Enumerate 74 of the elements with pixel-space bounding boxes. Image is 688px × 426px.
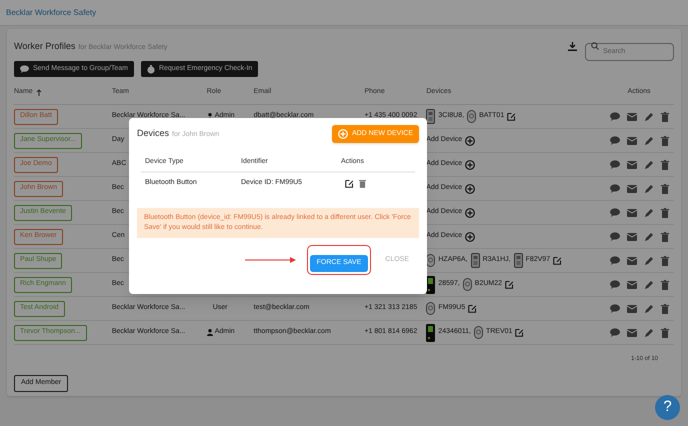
- mail-icon[interactable]: [626, 232, 637, 240]
- mail-icon[interactable]: [626, 136, 637, 144]
- person-icon: [206, 329, 213, 336]
- chat-icon[interactable]: [610, 232, 620, 241]
- edit-icon[interactable]: [468, 304, 478, 313]
- button-device-icon: [426, 254, 436, 267]
- trash-icon[interactable]: [660, 184, 669, 194]
- phone-device-icon: [426, 324, 436, 342]
- trash-icon[interactable]: [660, 256, 669, 266]
- edit-icon[interactable]: [515, 328, 524, 337]
- trash-icon[interactable]: [660, 136, 669, 146]
- button-device-icon: [467, 110, 476, 123]
- mail-icon[interactable]: [626, 208, 637, 216]
- mail-icon[interactable]: [626, 112, 637, 120]
- trash-icon[interactable]: [359, 178, 366, 188]
- pencil-icon[interactable]: [644, 184, 654, 194]
- pencil-icon[interactable]: [644, 208, 654, 218]
- pencil-icon[interactable]: [644, 136, 654, 146]
- trash-icon[interactable]: [660, 280, 669, 290]
- mail-icon[interactable]: [626, 256, 637, 264]
- pencil-icon[interactable]: [644, 112, 654, 122]
- sort-up-icon[interactable]: [36, 89, 42, 96]
- add-circle-icon[interactable]: [465, 184, 476, 194]
- button-device-icon: [462, 278, 472, 291]
- chat-icon[interactable]: [610, 304, 620, 313]
- pencil-icon[interactable]: [644, 256, 654, 266]
- add-circle-icon[interactable]: [465, 136, 476, 146]
- search-icon: [591, 42, 599, 50]
- chat-icon[interactable]: [610, 208, 620, 217]
- chat-icon[interactable]: [610, 112, 620, 121]
- arrow: [244, 257, 297, 263]
- edit-icon[interactable]: [505, 280, 514, 289]
- mail-icon[interactable]: [626, 160, 637, 168]
- trash-icon[interactable]: [660, 232, 669, 242]
- trash-icon[interactable]: [660, 208, 669, 218]
- edit-icon[interactable]: [345, 178, 354, 188]
- pencil-icon[interactable]: [644, 280, 654, 290]
- pager-icon: [426, 109, 436, 124]
- pencil-icon[interactable]: [644, 160, 654, 170]
- add-circle-icon[interactable]: [465, 232, 476, 242]
- mail-icon[interactable]: [626, 280, 637, 288]
- chat-icon[interactable]: [610, 280, 620, 289]
- trash-icon[interactable]: [660, 160, 669, 170]
- chat-icon[interactable]: [610, 160, 620, 169]
- panel-title: Worker Profiles: [14, 40, 76, 54]
- pager-icon: [470, 253, 480, 268]
- pencil-icon[interactable]: [644, 328, 654, 338]
- trash-icon[interactable]: [660, 328, 669, 338]
- button-device-icon: [426, 302, 436, 315]
- chat-icon[interactable]: [610, 256, 620, 265]
- download-icon[interactable]: [568, 42, 577, 50]
- edit-icon[interactable]: [553, 256, 562, 265]
- add-circle-icon: [338, 129, 348, 139]
- phone-device-icon: [426, 276, 436, 294]
- app-title-link[interactable]: Becklar Workforce Safety: [6, 6, 96, 18]
- stopwatch-icon: [146, 64, 155, 74]
- pager-icon: [514, 253, 523, 268]
- pencil-icon[interactable]: [644, 304, 654, 314]
- help-button[interactable]: ?: [655, 395, 680, 420]
- chat-icon[interactable]: [610, 328, 620, 337]
- mail-icon[interactable]: [626, 184, 637, 192]
- chat-icon[interactable]: [610, 136, 620, 145]
- dialog-title: Devices: [137, 127, 170, 140]
- mail-icon[interactable]: [626, 304, 637, 312]
- button-device-icon: [474, 326, 483, 339]
- mail-icon[interactable]: [626, 328, 637, 336]
- add-circle-icon[interactable]: [465, 160, 476, 170]
- chat-icon[interactable]: [610, 184, 620, 193]
- trash-icon[interactable]: [660, 304, 669, 314]
- trash-icon[interactable]: [660, 112, 669, 122]
- add-circle-icon[interactable]: [465, 208, 476, 218]
- pencil-icon[interactable]: [644, 232, 654, 242]
- edit-icon[interactable]: [507, 112, 516, 121]
- chat-icon: [20, 65, 29, 73]
